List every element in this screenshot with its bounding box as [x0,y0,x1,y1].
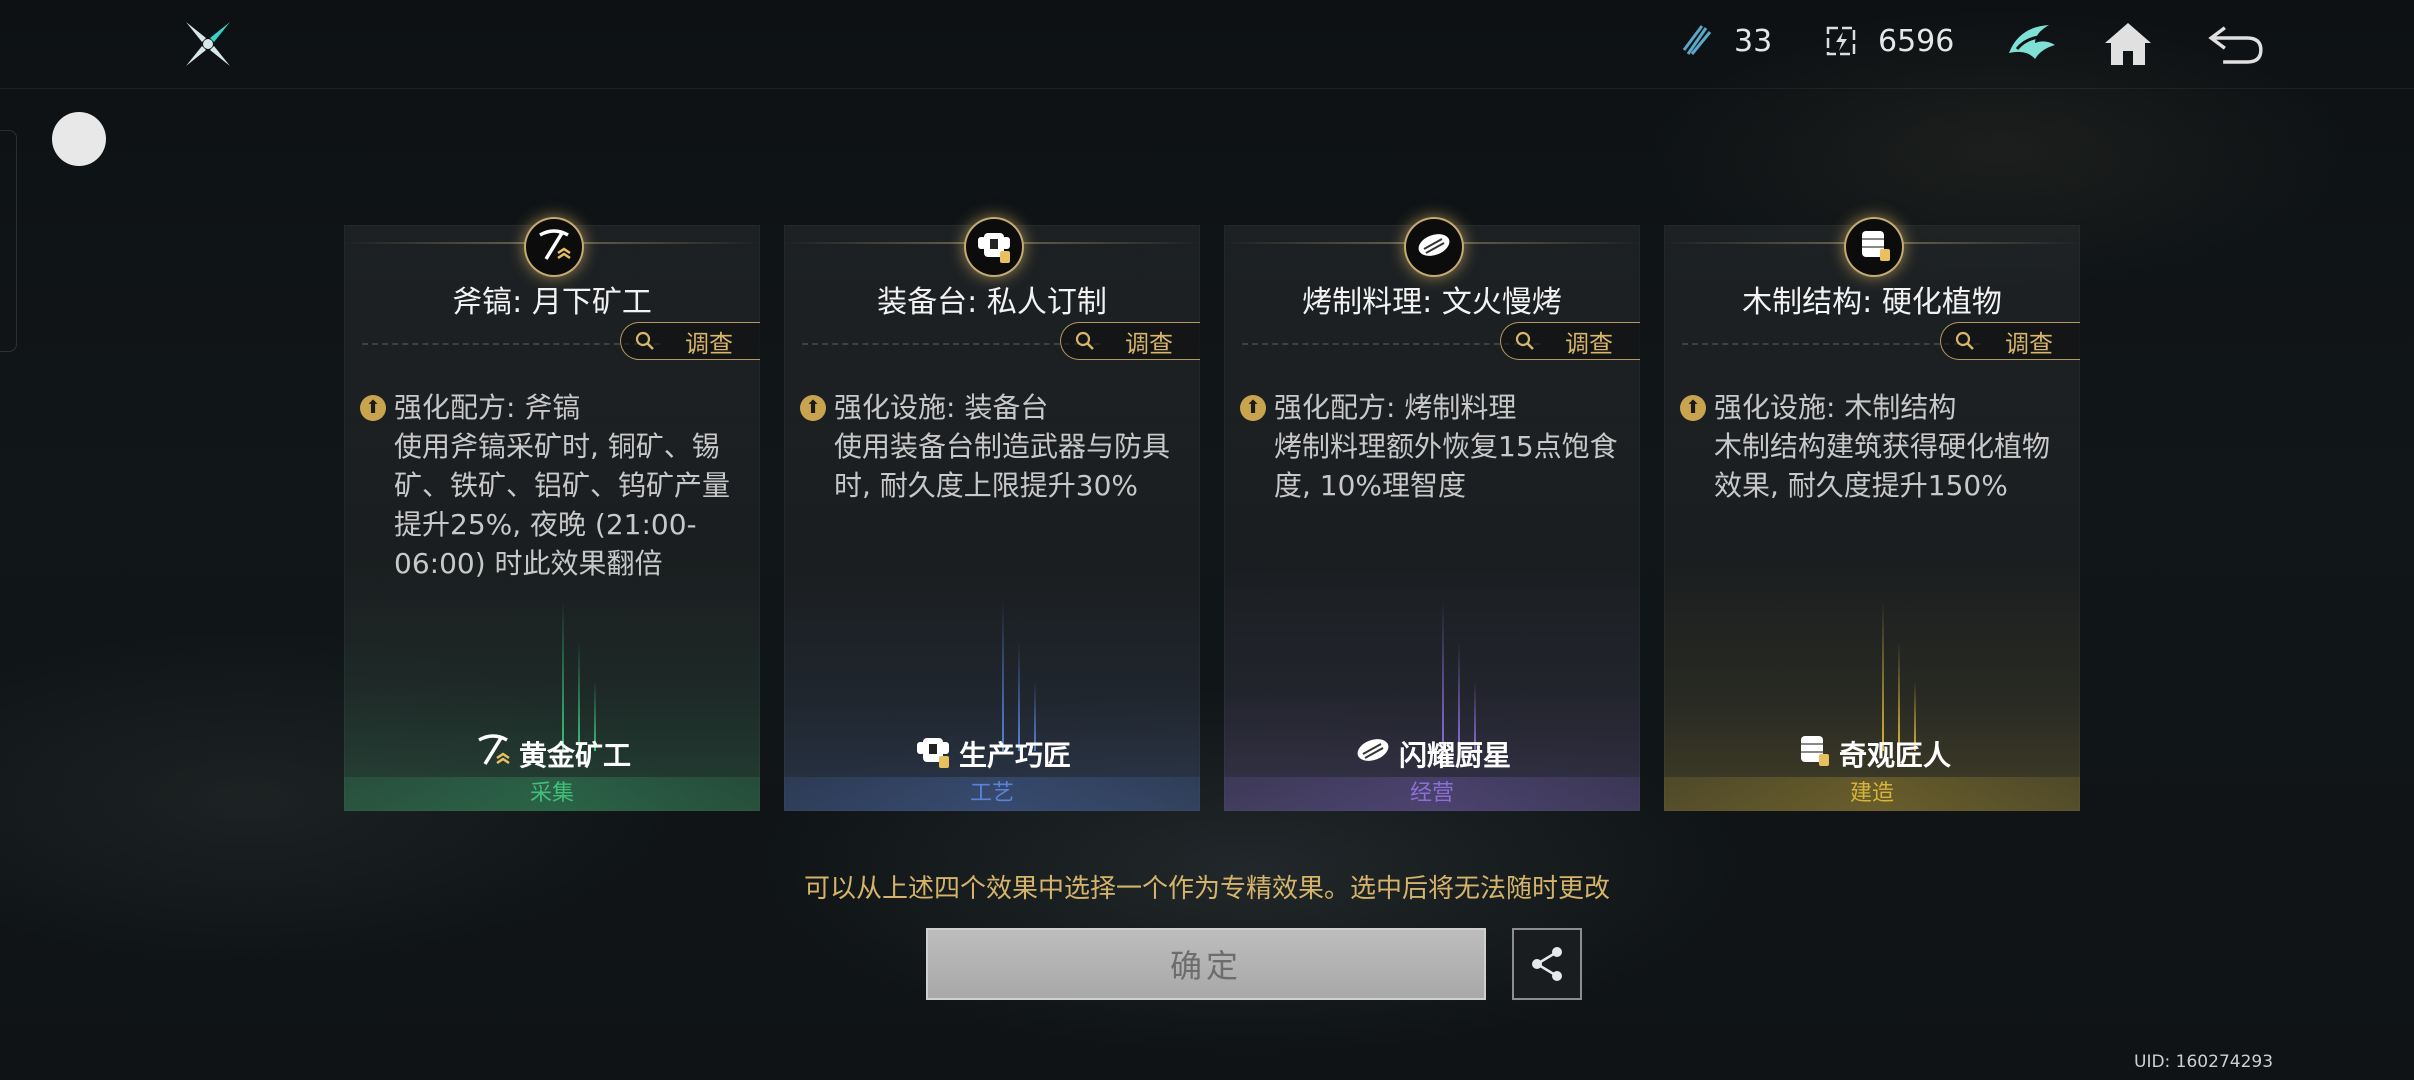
effect-heading: 强化设施: 装备台 [834,391,1049,424]
investigate-button[interactable]: 调查 [1940,322,2080,360]
light-beam [1002,601,1004,751]
card-category: 建造 [1664,777,2080,811]
card-effect: ⬆ 强化设施: 装备台 使用装备台制造武器与防具时, 耐久度上限提升30% [800,388,1186,505]
game-logo-icon [180,16,236,72]
crystal-resource: 33 [1678,22,1772,60]
armor-icon [974,225,1014,269]
badge-label: 黄金矿工 [518,738,631,772]
search-icon [1515,331,1534,350]
effect-heading: 强化配方: 斧镐 [394,391,581,424]
investigate-button[interactable]: 调查 [1500,322,1640,360]
card-divider [1242,343,1540,345]
investigate-button[interactable]: 调查 [1060,322,1200,360]
emblem-button[interactable] [2002,14,2062,74]
side-panel-edge [0,130,17,352]
floating-assist-button[interactable] [52,112,106,166]
share-button[interactable] [1512,928,1582,1000]
card-title: 木制结构: 硬化植物 [1742,285,2002,320]
light-beam [1882,601,1884,751]
investigate-label: 调查 [685,329,733,358]
pickaxe-icon [534,225,574,269]
grilled-meat-icon [1353,730,1393,777]
light-beam [562,601,564,751]
effect-description: 烤制料理额外恢复15点饱食度, 10%理智度 [1274,430,1618,502]
card-divider [1682,343,1980,345]
back-button[interactable] [2206,14,2266,74]
wood-structure-icon [1793,730,1833,777]
card-category: 工艺 [784,777,1200,811]
effect-description: 使用装备台制造武器与防具时, 耐久度上限提升30% [834,430,1171,502]
title-badge: 闪耀厨星 [1224,730,1640,777]
specialization-card-4[interactable]: 木制结构: 硬化植物 调查 ⬆ 强化设施: 木制结构 木制结构建筑获得硬化植物效… [1664,217,2080,811]
investigate-label: 调查 [2005,329,2053,358]
back-icon [2208,26,2263,64]
pickaxe-icon [473,730,513,777]
wood-structure-icon [1854,225,1894,269]
effect-description: 木制结构建筑获得硬化植物效果, 耐久度提升150% [1714,430,2051,502]
top-bar: 33 6596 [0,0,2414,89]
card-effect: ⬆ 强化设施: 木制结构 木制结构建筑获得硬化植物效果, 耐久度提升150% [1680,388,2066,505]
specialization-card-1[interactable]: 斧镐: 月下矿工 调查 ⬆ 强化配方: 斧镐 使用斧镐采矿时, 铜矿、锡矿、铁矿… [344,217,760,811]
crystal-shard-icon [1678,22,1716,60]
energy-count: 6596 [1878,23,1955,59]
confirm-button[interactable]: 确定 [926,928,1486,1000]
user-id: UID: 160274293 [2134,1052,2274,1072]
card-divider [362,343,660,345]
search-icon [1075,331,1094,350]
title-badge: 黄金矿工 [344,730,760,777]
search-icon [1955,331,1974,350]
investigate-label: 调查 [1565,329,1613,358]
investigate-button[interactable]: 调查 [620,322,760,360]
upgrade-icon: ⬆ [800,394,826,421]
badge-label: 生产巧匠 [958,738,1071,772]
selection-hint: 可以从上述四个效果中选择一个作为专精效果。选中后将无法随时更改 [803,874,1610,904]
card-medal [1844,217,1904,277]
upgrade-icon: ⬆ [1680,394,1706,421]
badge-label: 闪耀厨星 [1398,738,1511,772]
energy-box-icon [1822,22,1860,60]
specialization-card-2[interactable]: 装备台: 私人订制 调查 ⬆ 强化设施: 装备台 使用装备台制造武器与防具时, … [784,217,1200,811]
effect-heading: 强化配方: 烤制料理 [1274,391,1517,424]
share-icon [1532,947,1562,981]
investigate-label: 调查 [1125,329,1173,358]
card-category: 经营 [1224,777,1640,811]
emblem-icon [2009,25,2055,59]
card-title: 烤制料理: 文火慢烤 [1302,285,1562,320]
energy-resource: 6596 [1822,22,1954,60]
upgrade-icon: ⬆ [360,394,386,421]
card-medal [1404,217,1464,277]
armor-icon [913,730,953,777]
card-medal [524,217,584,277]
home-icon [2105,23,2151,65]
title-badge: 奇观匠人 [1664,730,2080,777]
card-medal [964,217,1024,277]
title-badge: 生产巧匠 [784,730,1200,777]
badge-label: 奇观匠人 [1838,738,1951,772]
light-beam [1442,601,1444,751]
card-effect: ⬆ 强化配方: 烤制料理 烤制料理额外恢复15点饱食度, 10%理智度 [1240,388,1626,505]
card-title: 装备台: 私人订制 [877,285,1107,320]
card-title: 斧镐: 月下矿工 [452,285,652,320]
upgrade-icon: ⬆ [1240,394,1266,421]
crystal-count: 33 [1734,23,1773,59]
specialization-card-3[interactable]: 烤制料理: 文火慢烤 调查 ⬆ 强化配方: 烤制料理 烤制料理额外恢复15点饱食… [1224,217,1640,811]
card-category: 采集 [344,777,760,811]
home-button[interactable] [2098,14,2158,74]
grilled-meat-icon [1414,225,1454,269]
card-divider [802,343,1100,345]
search-icon [635,331,654,350]
effect-heading: 强化设施: 木制结构 [1714,391,1957,424]
